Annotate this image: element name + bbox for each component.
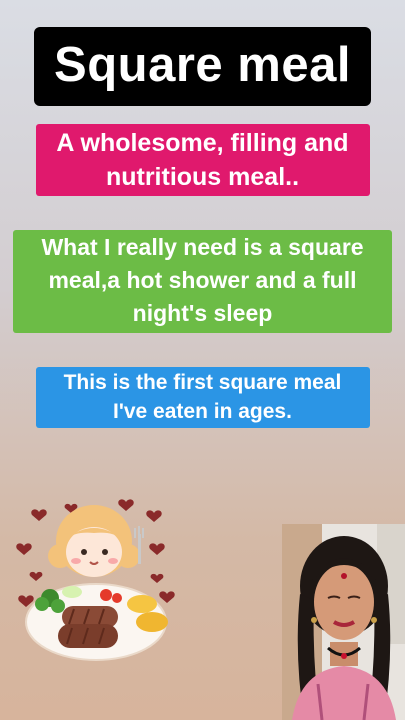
definition-wrap: A wholesome, filling and nutritious meal…: [0, 124, 405, 196]
page-title: Square meal: [34, 27, 371, 106]
girl-with-meal-sticker-icon: [14, 494, 184, 664]
definition-box: A wholesome, filling and nutritious meal…: [35, 124, 370, 196]
example-sentence-2: This is the first square meal I've eaten…: [35, 367, 370, 428]
example2-wrap: This is the first square meal I've eaten…: [0, 367, 405, 428]
presenter-photo-icon: [282, 524, 405, 720]
example1-line-3: night's sleep: [132, 300, 273, 326]
example2-line-1: This is the first square meal: [63, 371, 342, 394]
definition-line-2: nutritious meal..: [105, 163, 300, 191]
example2-line-2: I've eaten in ages.: [113, 400, 292, 423]
example1-line-1: What I really need is a square: [41, 234, 364, 260]
example1-line-2: meal,a hot shower and a full: [48, 267, 357, 293]
example1-wrap: What I really need is a square meal,a ho…: [0, 230, 405, 333]
definition-line-1: A wholesome, filling and: [56, 129, 349, 157]
title-wrap: Square meal: [0, 27, 405, 106]
example-sentence-1: What I really need is a square meal,a ho…: [13, 230, 392, 333]
